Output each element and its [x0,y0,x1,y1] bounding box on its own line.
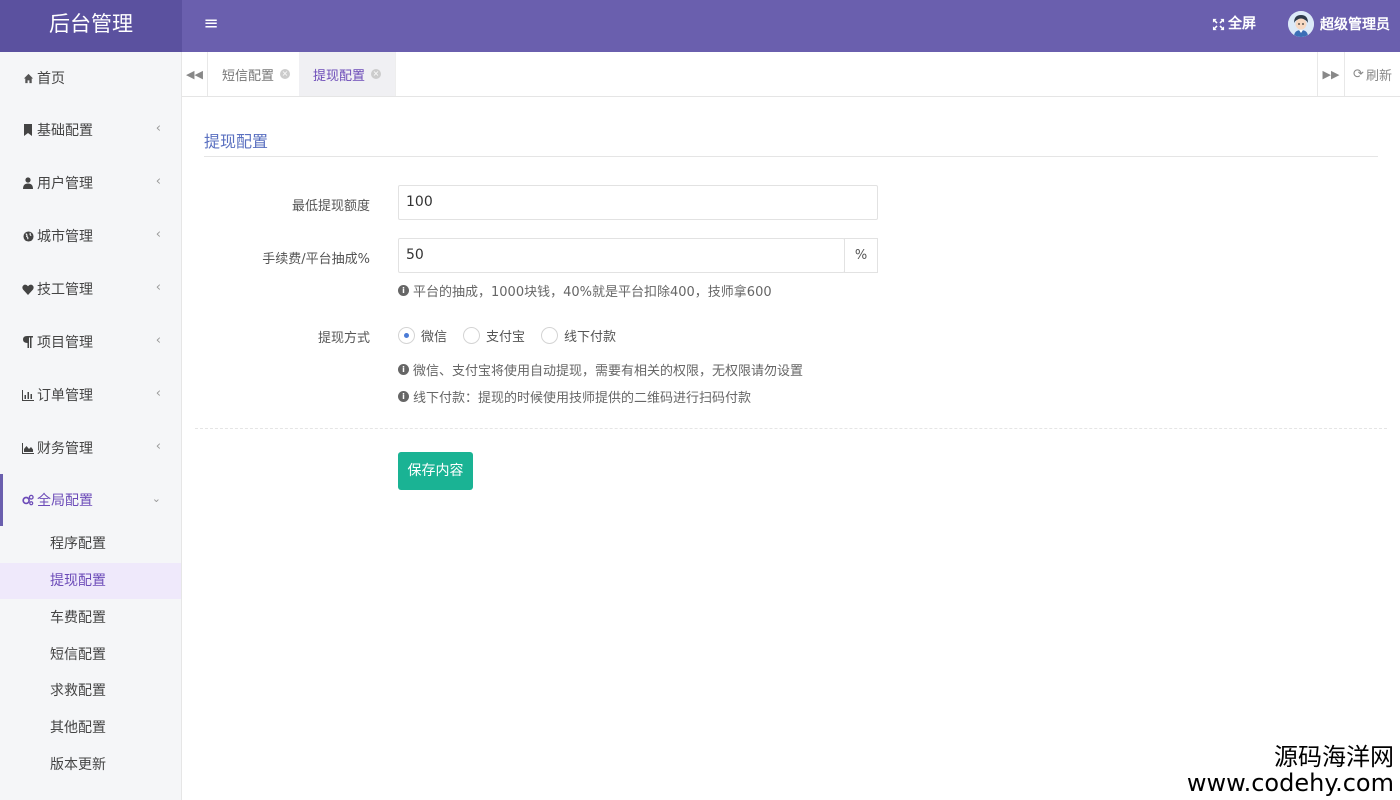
sidebar-item-global-config[interactable]: 全局配置 ⌄ [0,474,181,526]
method-help-2-text: 线下付款：提现的时候使用技师提供的二维码进行扫码付款 [413,391,752,406]
chevron-left-icon: ‹ [155,280,161,295]
tab-withdraw-config[interactable]: 提现配置 × [299,52,397,96]
home-icon [22,72,34,84]
chevron-left-icon: ‹ [155,386,161,401]
page-title: 提现配置 [204,132,269,151]
sidebar-item-label: 用户管理 [37,176,93,192]
avatar [1288,11,1314,37]
sidebar-item-technicians[interactable]: 技工管理 ‹ [0,263,181,315]
sidebar-item-cities[interactable]: 城市管理 ‹ [0,210,181,262]
user-name: 超级管理员 [1320,17,1390,33]
sidebar-subitem-sms-config[interactable]: 短信配置 [0,637,181,673]
tab-sms-config[interactable]: 短信配置 × [208,52,306,96]
expand-icon [1212,18,1225,30]
gears-icon [22,494,34,506]
radio-circle[interactable] [541,327,559,344]
fullscreen-button[interactable]: 全屏 [1212,12,1256,36]
sidebar-item-label: 项目管理 [37,335,93,351]
chevron-left-icon: ‹ [155,227,161,242]
close-icon[interactable]: × [371,69,382,79]
menu-toggle-icon[interactable]: ≡ [198,12,224,38]
withdraw-method-radio-group: 微信 支付宝 线下付款 [398,326,632,345]
heart-icon [22,283,34,295]
tab-scroll-right-icon[interactable]: ▶▶ [1317,52,1344,96]
fee-help: i 平台的抽成，1000块钱，40%就是平台扣除400，技师拿600 [398,281,772,300]
chevron-left-icon: ‹ [155,333,161,348]
watermark-line2: www.codehy.com [1186,769,1394,797]
method-help-1-text: 微信、支付宝将使用自动提现，需要有相关的权限，无权限请勿设置 [413,364,804,379]
sidebar-item-users[interactable]: 用户管理 ‹ [0,157,181,209]
user-icon [22,177,34,189]
sidebar-item-label: 技工管理 [37,282,93,298]
sidebar-item-finance[interactable]: 财务管理 ‹ [0,422,181,474]
sidebar-item-label: 基础配置 [37,123,93,139]
sidebar-subitem-sos-config[interactable]: 求救配置 [0,673,181,709]
sidebar-item-orders[interactable]: 订单管理 ‹ [0,369,181,421]
info-icon: i [398,364,409,375]
fee-input[interactable]: 50 [398,238,845,273]
chevron-left-icon: ‹ [155,439,161,454]
chevron-left-icon: ‹ [155,121,161,136]
sidebar-subitem-version-update[interactable]: 版本更新 [0,747,181,783]
area-chart-icon [22,442,34,454]
radio-wechat[interactable]: 微信 [398,326,447,345]
sidebar-item-label: 全局配置 [37,493,93,509]
tab-label: 短信配置 [222,68,275,84]
percent-addon: % [844,238,878,273]
radio-alipay[interactable]: 支付宝 [463,326,525,345]
chevron-left-icon: ‹ [155,174,161,189]
globe-icon [22,230,34,242]
min-amount-input[interactable]: 100 [398,185,878,220]
watermark-line1: 源码海洋网 [1274,743,1394,771]
divider [204,156,1378,157]
paragraph-icon [22,336,34,348]
bookmark-icon [22,124,34,136]
sidebar-subitem-fare-config[interactable]: 车费配置 [0,600,181,636]
radio-label: 微信 [421,330,448,345]
tab-label: 提现配置 [313,68,366,84]
sidebar-subitem-withdraw-config[interactable]: 提现配置 [0,563,181,599]
save-button[interactable]: 保存内容 [398,452,473,490]
sidebar-subitem-other-config[interactable]: 其他配置 [0,710,181,746]
sidebar-item-home[interactable]: 首页 [0,52,181,104]
bar-chart-icon [22,389,34,401]
tab-scroll-left-icon[interactable]: ◀◀ [182,52,208,96]
method-label: 提现方式 [317,331,370,346]
sidebar-item-label: 订单管理 [37,388,93,404]
sidebar: 首页 基础配置 ‹ 用户管理 ‹ 城市管理 ‹ 技工管理 ‹ 项目管理 ‹ 订单… [0,52,182,800]
sidebar-subitem-program-config[interactable]: 程序配置 [0,526,181,562]
radio-circle[interactable] [463,327,481,344]
refresh-label: 刷新 [1365,68,1392,84]
radio-offline[interactable]: 线下付款 [541,326,616,345]
method-help-1: i 微信、支付宝将使用自动提现，需要有相关的权限，无权限请勿设置 [398,360,803,379]
radio-label: 支付宝 [486,330,526,345]
sidebar-item-label: 财务管理 [37,441,93,457]
divider [195,428,1387,429]
radio-circle[interactable] [398,327,415,344]
sidebar-item-label: 城市管理 [37,229,93,245]
fee-label: 手续费/平台抽成% [262,252,370,267]
refresh-button[interactable]: ⟳ 刷新 [1344,52,1400,96]
radio-label: 线下付款 [564,330,617,345]
sidebar-item-label: 首页 [37,71,65,87]
fee-help-text: 平台的抽成，1000块钱，40%就是平台扣除400，技师拿600 [413,285,772,300]
tab-bar: ◀◀ 短信配置 × 提现配置 × ▶▶ ⟳ 刷新 [182,52,1400,97]
fullscreen-label: 全屏 [1228,16,1256,32]
chevron-down-icon: ⌄ [151,492,161,505]
min-amount-label: 最低提现额度 [291,199,370,214]
method-help-2: i 线下付款：提现的时候使用技师提供的二维码进行扫码付款 [398,387,751,406]
refresh-icon: ⟳ [1353,66,1364,82]
top-bar: 后台管理 ≡ 全屏 超级管理员 [0,0,1400,52]
watermark: 源码海洋网 www.codehy.com [1187,744,1394,796]
close-icon[interactable]: × [280,69,291,79]
sidebar-item-projects[interactable]: 项目管理 ‹ [0,316,181,368]
info-icon: i [398,285,409,296]
sidebar-item-basic-config[interactable]: 基础配置 ‹ [0,104,181,156]
info-icon: i [398,391,409,402]
user-menu[interactable]: 超级管理员 [1288,8,1390,40]
app-logo[interactable]: 后台管理 [0,0,182,52]
